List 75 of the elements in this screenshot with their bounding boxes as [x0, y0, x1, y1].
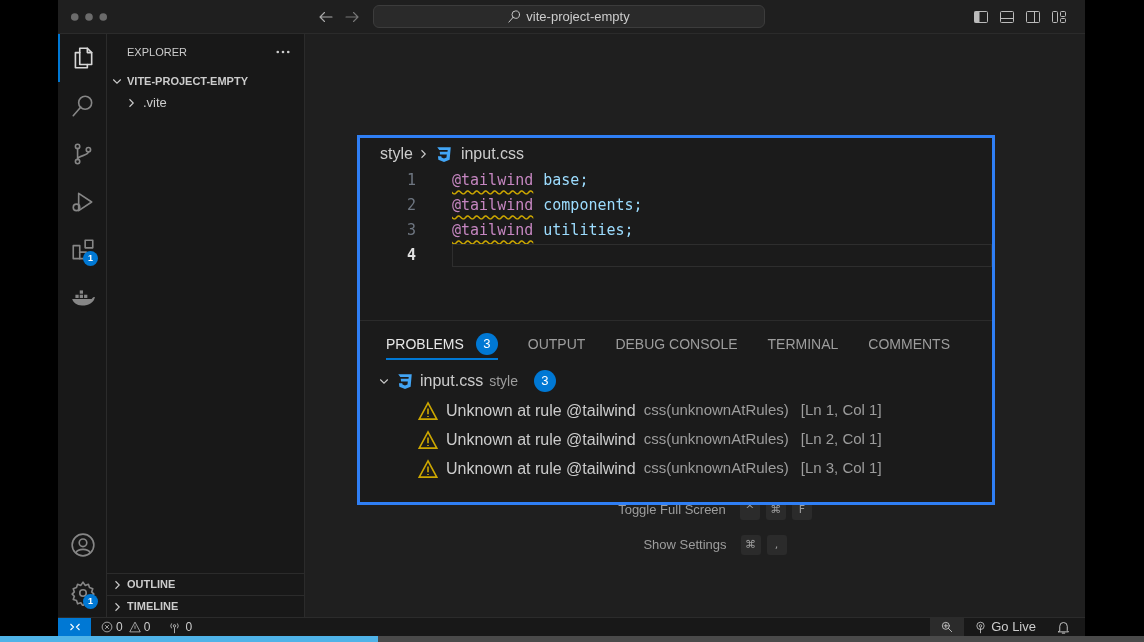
shortcut-label: Show Settings [643, 536, 727, 555]
problem-message: Unknown at rule @tailwind [446, 400, 636, 421]
line-number: 2 [405, 195, 416, 217]
error-icon [101, 621, 113, 633]
count-badge: 3 [475, 333, 498, 355]
code-keyword: @tailwind [452, 195, 534, 217]
zoom-in-icon [940, 620, 955, 634]
panel-tab[interactable]: OUTPUT [527, 330, 586, 360]
problem-message: Unknown at rule @tailwind [446, 458, 636, 479]
code-keyword: @tailwind [452, 170, 534, 192]
shortcut-label: Toggle Full Screen [618, 501, 726, 520]
go-live-button[interactable]: Go Live [974, 617, 1036, 637]
warning-icon [418, 458, 438, 479]
problem-row[interactable]: Unknown at rule @tailwind css(unknownAtRules) [Ln 2, Col 1] [360, 425, 992, 454]
antenna-icon [168, 620, 182, 634]
window-controls-icon [70, 11, 108, 22]
remote-button[interactable] [58, 618, 91, 636]
breadcrumb-folder[interactable]: style [380, 142, 413, 166]
section-header[interactable]: OUTLINE [107, 573, 304, 595]
warning-icon [418, 400, 438, 421]
layout-icon[interactable] [1051, 8, 1067, 25]
folder-header[interactable]: VITE-PROJECT-EMPTY [107, 70, 304, 92]
tree-item[interactable]: .vite [107, 92, 304, 114]
problem-source: css(unknownAtRules) [643, 400, 789, 421]
activity-bar-item[interactable]: 1 [58, 569, 106, 617]
zoom-button[interactable] [930, 618, 965, 636]
warning-icon [128, 621, 141, 633]
panel-toggle-icon[interactable] [999, 8, 1015, 25]
problems-status[interactable]: 0 0 [101, 618, 151, 636]
problem-location: [Ln 2, Col 1] [800, 429, 882, 450]
command-center-search[interactable]: vite-project-empty [372, 5, 765, 28]
breadcrumb-file[interactable]: input.css [460, 142, 525, 166]
broadcast-icon [974, 620, 988, 634]
more-actions-icon[interactable] [276, 50, 290, 54]
problem-location: [Ln 3, Col 1] [800, 458, 882, 479]
css-file-icon [396, 372, 414, 390]
activity-bar-item[interactable]: 1 [58, 226, 106, 274]
problem-row[interactable]: Unknown at rule @tailwind css(unknownAtRules) [Ln 1, Col 1] [360, 396, 992, 425]
panel-tab[interactable]: DEBUG CONSOLE [615, 330, 738, 360]
notification-badge: 1 [83, 594, 98, 609]
count-badge: 3 [533, 370, 556, 392]
line-number: 3 [405, 220, 416, 242]
panel-tab[interactable]: PROBLEMS 3 [386, 330, 498, 360]
bell-icon[interactable] [1056, 619, 1071, 635]
sidebar-toggle-icon[interactable] [973, 8, 989, 25]
problem-source: css(unknownAtRules) [643, 458, 789, 479]
gear-icon [70, 580, 96, 606]
line-number: 1 [405, 170, 416, 192]
problem-folder: style [489, 371, 518, 391]
css-file-icon [434, 145, 453, 163]
code-value: utilities; [543, 220, 634, 242]
code-value: base; [543, 170, 589, 192]
account-icon [70, 532, 96, 558]
remote-icon [68, 621, 81, 633]
panel-tab[interactable]: COMMENTS [868, 330, 950, 360]
line-number: 4 [405, 245, 416, 267]
video-progress-track[interactable] [0, 636, 1144, 642]
sidebar-title: EXPLORER [127, 44, 188, 60]
warning-icon [418, 429, 438, 450]
search-text: vite-project-empty [526, 7, 630, 26]
code-keyword: @tailwind [452, 220, 534, 242]
problem-file-name: input.css [420, 371, 484, 391]
notification-badge: 1 [83, 251, 98, 266]
search-icon [507, 9, 523, 24]
split-layout-icon[interactable] [1025, 8, 1041, 25]
ports-status[interactable]: 0 [168, 618, 193, 636]
key-cap: ⌘ [740, 535, 761, 555]
key-cap: , [766, 535, 787, 555]
problem-file-row[interactable]: input.css style 3 [360, 366, 992, 396]
problem-row[interactable]: Unknown at rule @tailwind css(unknownAtRules) [Ln 3, Col 1] [360, 454, 992, 483]
problem-location: [Ln 1, Col 1] [800, 400, 882, 421]
code-value: components; [543, 195, 643, 217]
problem-message: Unknown at rule @tailwind [446, 429, 636, 450]
problem-source: css(unknownAtRules) [643, 429, 789, 450]
panel-tab[interactable]: TERMINAL [767, 330, 839, 360]
